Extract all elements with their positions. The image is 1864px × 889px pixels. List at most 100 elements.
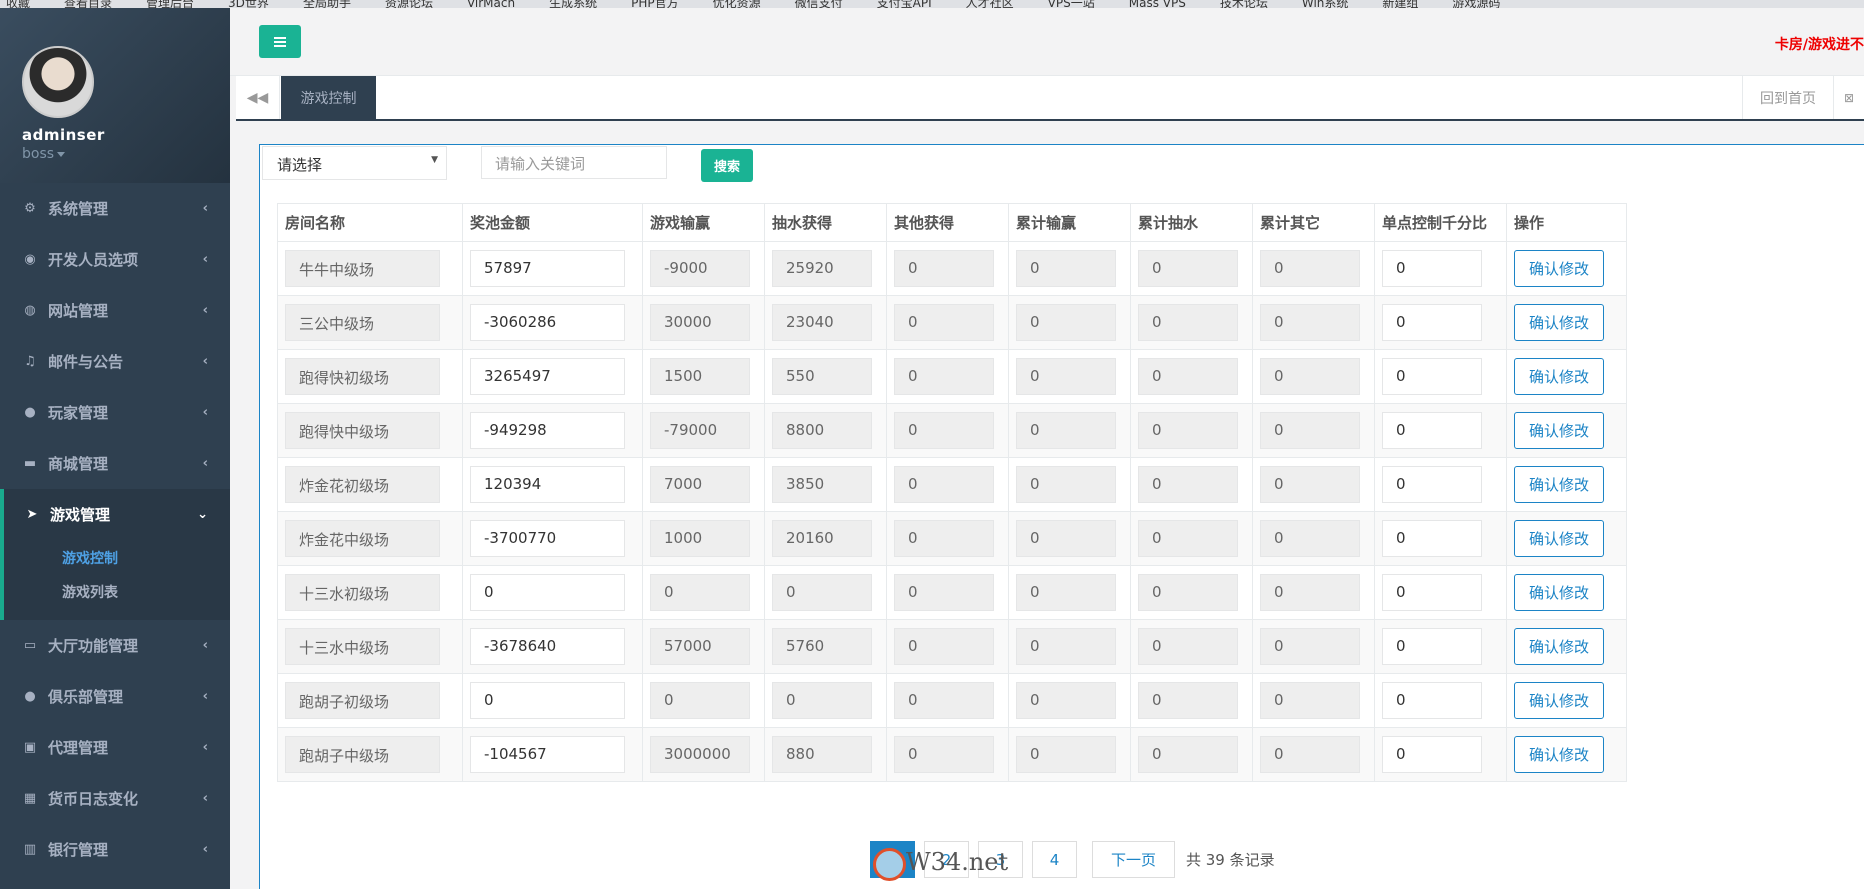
- jackpot-input[interactable]: 3265497: [470, 358, 625, 395]
- sidebar-item-0[interactable]: ⚙ 系统管理 ‹: [0, 183, 230, 234]
- confirm-edit-button[interactable]: 确认修改: [1514, 736, 1604, 773]
- table-cell: 0: [1008, 673, 1131, 728]
- chevron-left-icon: ‹: [202, 303, 208, 318]
- control-permille-input[interactable]: 0: [1382, 466, 1482, 503]
- cart-icon: ▬: [23, 456, 37, 471]
- search-button[interactable]: 搜索: [701, 149, 753, 182]
- sidebar-item-6[interactable]: ➤ 游戏管理 ⌄: [0, 489, 230, 540]
- sidebar-item-1[interactable]: ◉ 开发人员选项 ‹: [0, 234, 230, 285]
- bookmark-item[interactable]: 优化资源: [707, 0, 761, 8]
- readonly-field: 0: [650, 574, 750, 611]
- jackpot-input[interactable]: -3060286: [470, 304, 625, 341]
- control-permille-input[interactable]: 0: [1382, 682, 1482, 719]
- control-permille-input[interactable]: 0: [1382, 412, 1482, 449]
- bookmark-item[interactable]: 管理后台: [140, 0, 194, 8]
- sidebar: adminser boss ⚙ 系统管理 ‹ ◉ 开发人员选项 ‹ ◍ 网站管理 ‹ ♫ 邮件与公告…: [0, 8, 230, 889]
- jackpot-input[interactable]: -3678640: [470, 628, 625, 665]
- top-navbar: 卡房/游戏进不: [230, 8, 1864, 76]
- control-permille-input[interactable]: 0: [1382, 304, 1482, 341]
- readonly-field: 0: [1260, 682, 1360, 719]
- jackpot-input[interactable]: 120394: [470, 466, 625, 503]
- jackpot-input[interactable]: 0: [470, 682, 625, 719]
- jackpot-input[interactable]: -3700770: [470, 520, 625, 557]
- confirm-edit-button[interactable]: 确认修改: [1514, 250, 1604, 287]
- bookmark-item[interactable]: Win系统: [1296, 0, 1349, 8]
- calendar-icon: ▦: [23, 791, 37, 806]
- bookmark-item[interactable]: 全局助手: [297, 0, 351, 8]
- menu-toggle-button[interactable]: [259, 25, 301, 58]
- readonly-field: 0: [1260, 358, 1360, 395]
- confirm-edit-button[interactable]: 确认修改: [1514, 412, 1604, 449]
- keyword-input[interactable]: 请输入关键词: [481, 146, 667, 179]
- control-permille-input[interactable]: 0: [1382, 628, 1482, 665]
- bookmark-item[interactable]: PHP官方: [625, 0, 679, 8]
- next-page-button[interactable]: 下一页: [1092, 841, 1175, 878]
- sidebar-item-9[interactable]: ▣ 代理管理 ‹: [0, 722, 230, 773]
- submenu-item-1[interactable]: 游戏列表: [4, 576, 230, 610]
- bookmark-item[interactable]: 收藏: [0, 0, 30, 8]
- table-row: 炸金花中级场 -3700770 1000 20160 0 0 0 0 0 确认修改: [277, 511, 1627, 566]
- category-select-value: 请选择: [277, 156, 323, 174]
- sidebar-item-8[interactable]: ● 俱乐部管理 ‹: [0, 671, 230, 722]
- bookmark-item[interactable]: VPS一站: [1042, 0, 1095, 8]
- confirm-edit-button[interactable]: 确认修改: [1514, 304, 1604, 341]
- control-permille-input[interactable]: 0: [1382, 250, 1482, 287]
- confirm-edit-button[interactable]: 确认修改: [1514, 520, 1604, 557]
- bookmark-item[interactable]: 3D世界: [222, 0, 269, 8]
- bookmark-item[interactable]: 资源论坛: [379, 0, 433, 8]
- sidebar-item-2[interactable]: ◍ 网站管理 ‹: [0, 285, 230, 336]
- bookmark-item[interactable]: 游戏源码: [1446, 0, 1500, 8]
- watermark-text: W34.net: [906, 848, 1009, 876]
- sidebar-item-7[interactable]: ▭ 大厅功能管理 ‹: [0, 620, 230, 671]
- bookmarks-bar: 收藏 查看目录 管理后台 3D世界 全局助手 资源论坛 VirMach 生成系统 PHP官方 优化…: [0, 0, 1864, 8]
- table-cell: 0: [886, 295, 1009, 350]
- readonly-field: 十三水初级场: [285, 574, 440, 611]
- table-cell: 跑胡子初级场: [277, 673, 463, 728]
- table-cell: 0: [642, 565, 765, 620]
- bookmark-item[interactable]: 微信支付: [789, 0, 843, 8]
- confirm-edit-button[interactable]: 确认修改: [1514, 358, 1604, 395]
- bookmark-item[interactable]: VirMach: [461, 0, 515, 8]
- avatar[interactable]: [22, 46, 94, 118]
- sidebar-item-3[interactable]: ♫ 邮件与公告 ‹: [0, 336, 230, 387]
- jackpot-input[interactable]: 0: [470, 574, 625, 611]
- confirm-edit-button[interactable]: 确认修改: [1514, 466, 1604, 503]
- table-row: 十三水初级场 0 0 0 0 0 0 0 0 确认修改: [277, 565, 1627, 620]
- bookmark-item[interactable]: 人才社区: [960, 0, 1014, 8]
- chevron-left-icon: ‹: [202, 456, 208, 471]
- confirm-edit-button[interactable]: 确认修改: [1514, 574, 1604, 611]
- back-to-home-button[interactable]: 回到首页: [1742, 76, 1834, 119]
- close-tab-icon[interactable]: ⊠: [1834, 76, 1864, 119]
- jackpot-input[interactable]: -104567: [470, 736, 625, 773]
- bookmark-item[interactable]: 新建组: [1376, 0, 1418, 8]
- tab-scroll-left-button[interactable]: ◀◀: [236, 76, 280, 119]
- page-4-button[interactable]: 4: [1032, 841, 1077, 878]
- table-cell: 0: [1374, 403, 1507, 458]
- control-permille-input[interactable]: 0: [1382, 574, 1482, 611]
- bookmark-item[interactable]: 支付宝API: [871, 0, 932, 8]
- confirm-edit-button[interactable]: 确认修改: [1514, 628, 1604, 665]
- control-permille-input[interactable]: 0: [1382, 520, 1482, 557]
- control-permille-input[interactable]: 0: [1382, 358, 1482, 395]
- table-row: 跑胡子初级场 0 0 0 0 0 0 0 0 确认修改: [277, 673, 1627, 728]
- bookmark-item[interactable]: 生成系统: [543, 0, 597, 8]
- readonly-field: 0: [1260, 250, 1360, 287]
- sidebar-item-11[interactable]: ▥ 银行管理 ‹: [0, 824, 230, 875]
- jackpot-input[interactable]: 57897: [470, 250, 625, 287]
- readonly-field: 0: [1260, 574, 1360, 611]
- confirm-edit-button[interactable]: 确认修改: [1514, 682, 1604, 719]
- readonly-field: 0: [1260, 736, 1360, 773]
- submenu-item-0[interactable]: 游戏控制: [4, 542, 230, 576]
- tab-game-control[interactable]: 游戏控制: [281, 76, 376, 119]
- table-cell: -949298: [462, 403, 643, 458]
- category-select[interactable]: 请选择 ▼: [262, 146, 447, 180]
- bookmark-item[interactable]: Mass VPS: [1123, 0, 1186, 8]
- control-permille-input[interactable]: 0: [1382, 736, 1482, 773]
- role-dropdown[interactable]: boss: [22, 146, 230, 162]
- bookmark-item[interactable]: 查看目录: [58, 0, 112, 8]
- sidebar-item-4[interactable]: ● 玩家管理 ‹: [0, 387, 230, 438]
- jackpot-input[interactable]: -949298: [470, 412, 625, 449]
- bookmark-item[interactable]: 技术论坛: [1214, 0, 1268, 8]
- sidebar-item-5[interactable]: ▬ 商城管理 ‹: [0, 438, 230, 489]
- sidebar-item-10[interactable]: ▦ 货币日志变化 ‹: [0, 773, 230, 824]
